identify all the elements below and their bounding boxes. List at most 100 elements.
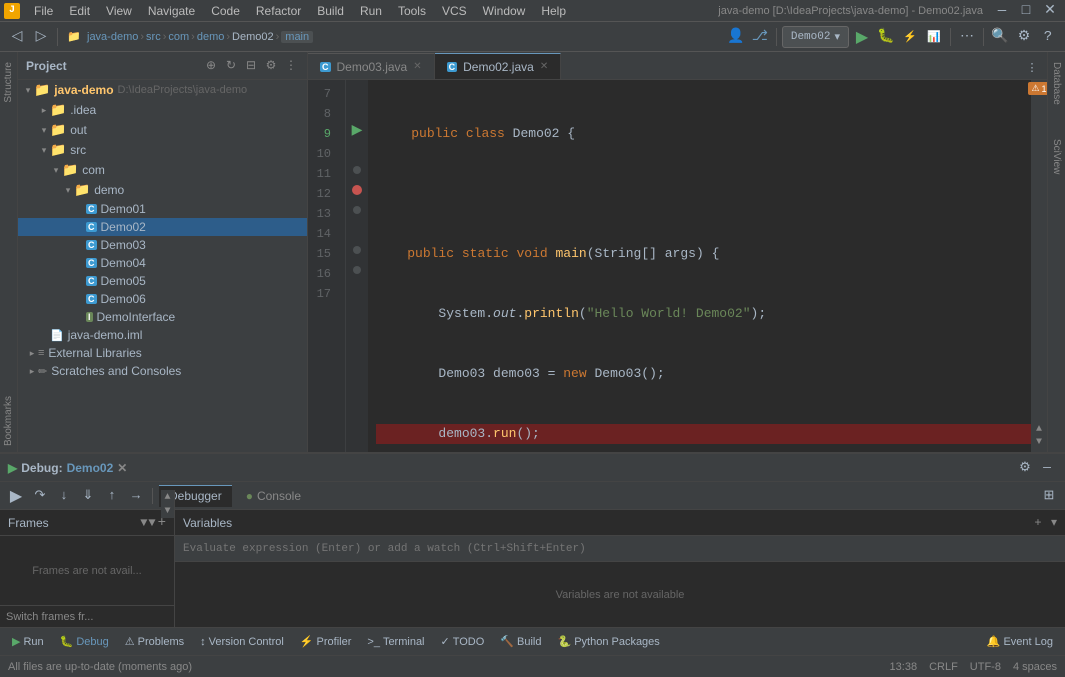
collapse-all-icon[interactable]: ⊟	[243, 58, 259, 74]
debug-minimize-icon[interactable]: —	[1037, 458, 1057, 478]
close-button[interactable]: ✕	[1039, 0, 1061, 22]
build-btn[interactable]: 🔨 Build	[492, 633, 549, 650]
tree-expand-icon[interactable]: ▸	[26, 366, 38, 377]
maximize-button[interactable]: □	[1015, 0, 1037, 22]
debug-session-label[interactable]: Demo02	[67, 461, 114, 475]
menu-edit[interactable]: Edit	[61, 2, 98, 20]
debug-restore-layout-icon[interactable]: ⊞	[1039, 486, 1059, 506]
settings-icon[interactable]: ⚙	[263, 58, 279, 74]
tree-expand-icon[interactable]: ▾	[50, 165, 62, 176]
toolbar-forward-icon[interactable]: ▷	[30, 26, 52, 48]
menu-window[interactable]: Window	[475, 2, 534, 20]
editor-tab-demo02[interactable]: C Demo02.java ✕	[435, 53, 562, 79]
more-icon[interactable]: ⋮	[283, 58, 299, 74]
menu-code[interactable]: Code	[203, 2, 248, 20]
debug-run-to-cursor-btn[interactable]: →	[126, 486, 146, 506]
bookmarks-tab[interactable]: Bookmarks	[1, 390, 16, 452]
profiler-btn[interactable]: ⚡ Profiler	[292, 633, 360, 650]
debug-button[interactable]: 🐛	[875, 26, 897, 48]
tree-item-demo06[interactable]: ▸ C Demo06	[18, 290, 307, 308]
scroll-down-icon[interactable]: ▼	[1036, 437, 1042, 448]
sync-icon[interactable]: ↻	[223, 58, 239, 74]
tree-item-demointerface[interactable]: ▸ I DemoInterface	[18, 308, 307, 326]
toolbar-more-btn[interactable]: ⋯	[956, 26, 978, 48]
editor-more-icon[interactable]: ⋮	[1021, 57, 1043, 79]
debug-step-over-btn[interactable]: ↷	[30, 486, 50, 506]
tree-expand-icon[interactable]: ▾	[22, 85, 34, 96]
console-tab[interactable]: ● Console	[236, 485, 311, 507]
debug-settings-icon[interactable]: ⚙	[1015, 458, 1035, 478]
scroll-down-icon[interactable]: ▼	[161, 510, 175, 518]
toolbar-back-icon[interactable]: ◁	[6, 26, 28, 48]
menu-view[interactable]: View	[98, 2, 140, 20]
todo-btn[interactable]: ✓ TODO	[433, 633, 493, 650]
coverage-button[interactable]: ⚡	[899, 26, 921, 48]
sciview-tab[interactable]: SciView	[1049, 133, 1064, 180]
evaluate-expression-input[interactable]	[175, 536, 1065, 562]
tree-item-out[interactable]: ▾ 📁 out	[18, 120, 307, 140]
tree-expand-icon[interactable]: ▾	[62, 185, 74, 196]
run-tool-btn[interactable]: ▶ Run	[4, 633, 52, 650]
filter-icon[interactable]: ▼	[140, 516, 147, 530]
scroll-up-icon[interactable]: ▲	[1036, 424, 1042, 435]
warning-badge[interactable]: ⚠ 1	[1028, 82, 1047, 95]
terminal-btn[interactable]: >_ Terminal	[359, 634, 432, 650]
tree-expand-icon[interactable]: ▾	[38, 125, 50, 136]
help-icon[interactable]: ?	[1037, 26, 1059, 48]
run-configuration-selector[interactable]: Demo02 ▾	[782, 26, 849, 48]
debug-resume-btn[interactable]: ▶	[6, 486, 26, 506]
tree-expand-icon[interactable]: ▸	[26, 348, 38, 359]
structure-tab[interactable]: Structure	[1, 56, 16, 109]
tree-expand-icon[interactable]: ▾	[38, 145, 50, 156]
toolbar-recent-files-icon[interactable]: 📁	[63, 26, 85, 48]
tree-item-src[interactable]: ▾ 📁 src	[18, 140, 307, 160]
menu-navigate[interactable]: Navigate	[140, 2, 203, 20]
debug-force-step-into-btn[interactable]: ⇓	[78, 486, 98, 506]
version-control-btn[interactable]: ↕ Version Control	[192, 634, 292, 650]
toolbar-user-icon[interactable]: 👤	[725, 26, 747, 48]
debug-session-close-icon[interactable]: ✕	[117, 461, 127, 475]
tree-root[interactable]: ▾ 📁 java-demo D:\IdeaProjects\java-demo	[18, 80, 307, 100]
menu-run[interactable]: Run	[352, 2, 390, 20]
run-button[interactable]: ▶	[851, 26, 873, 48]
code-area[interactable]: 7 8 9 10 11 12 13 14 15 16 17 ▶	[308, 80, 1047, 452]
filter-down-icon[interactable]: ▼	[148, 516, 155, 530]
add-icon[interactable]: ⊕	[203, 58, 219, 74]
problems-tool-btn[interactable]: ⚠ Problems	[117, 633, 192, 650]
tree-item-external-libs[interactable]: ▸ ≡ External Libraries	[18, 344, 307, 362]
tab-close-icon[interactable]: ✕	[540, 61, 548, 72]
tree-item-demo05[interactable]: ▸ C Demo05	[18, 272, 307, 290]
tree-item-demo01[interactable]: ▸ C Demo01	[18, 200, 307, 218]
toolbar-git-icon[interactable]: ⎇	[749, 26, 771, 48]
variables-add-icon[interactable]: +	[1029, 514, 1047, 532]
minimize-button[interactable]: —	[991, 0, 1013, 22]
code-content[interactable]: public class Demo02 { public static void…	[368, 80, 1047, 452]
tree-item-demo04[interactable]: ▸ C Demo04	[18, 254, 307, 272]
settings-icon[interactable]: ⚙	[1013, 26, 1035, 48]
database-tab[interactable]: Database	[1049, 56, 1064, 111]
variables-expand-icon[interactable]: ▾	[1051, 515, 1057, 530]
search-everywhere-icon[interactable]: 🔍	[989, 26, 1011, 48]
tree-item-idea[interactable]: ▸ 📁 .idea	[18, 100, 307, 120]
menu-help[interactable]: Help	[533, 2, 574, 20]
debug-step-into-btn[interactable]: ↓	[54, 486, 74, 506]
switch-frames[interactable]: Switch frames fr...	[0, 605, 174, 627]
debug-tool-btn[interactable]: 🐛 Debug	[52, 633, 117, 650]
tree-expand-icon[interactable]: ▸	[38, 105, 50, 116]
menu-file[interactable]: File	[26, 2, 61, 20]
menu-tools[interactable]: Tools	[390, 2, 434, 20]
menu-vcs[interactable]: VCS	[434, 2, 475, 20]
tree-item-scratches[interactable]: ▸ ✏ Scratches and Consoles	[18, 362, 307, 380]
tree-item-com[interactable]: ▾ 📁 com	[18, 160, 307, 180]
tree-item-demo02[interactable]: ▸ C Demo02	[18, 218, 307, 236]
debug-step-out-btn[interactable]: ↑	[102, 486, 122, 506]
menu-refactor[interactable]: Refactor	[248, 2, 309, 20]
tree-item-demo03[interactable]: ▸ C Demo03	[18, 236, 307, 254]
python-packages-btn[interactable]: 🐍 Python Packages	[549, 633, 667, 650]
event-log-btn[interactable]: 🔔 Event Log	[979, 633, 1061, 650]
editor-tab-demo03[interactable]: C Demo03.java ✕	[308, 53, 435, 79]
tree-item-demo[interactable]: ▾ 📁 demo	[18, 180, 307, 200]
tab-close-icon[interactable]: ✕	[413, 61, 421, 72]
tree-item-iml[interactable]: ▸ 📄 java-demo.iml	[18, 326, 307, 344]
menu-build[interactable]: Build	[309, 2, 352, 20]
